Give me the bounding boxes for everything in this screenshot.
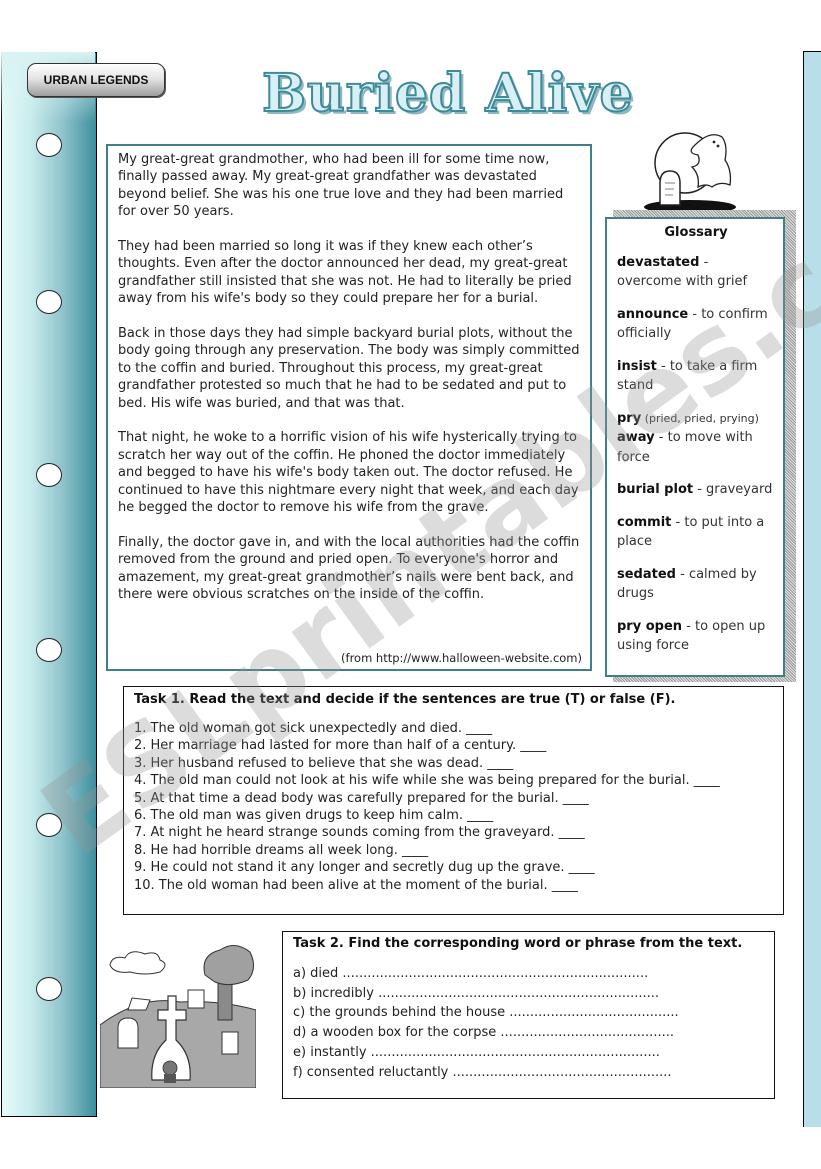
true-false-item[interactable]: 3. Her husband refused to believe that s…: [134, 755, 773, 772]
glossary-term: away: [617, 430, 655, 445]
binder-hole: [36, 638, 62, 662]
glossary-entry: insist - to take a firm stand: [617, 357, 775, 396]
right-border-strip: [803, 51, 821, 1127]
vocabulary-item[interactable]: e) instantly ...........................…: [293, 1043, 764, 1063]
vocabulary-item[interactable]: a) died ................................…: [293, 964, 764, 984]
task2-box: Task 2. Find the corresponding word or p…: [282, 931, 775, 1099]
vocabulary-item[interactable]: f) consented reluctantly ...............…: [293, 1063, 764, 1083]
glossary-term: announce: [617, 306, 689, 322]
true-false-item[interactable]: 6. The old man was given drugs to keep h…: [134, 807, 773, 824]
glossary-term: pry: [617, 410, 642, 426]
binder-hole: [36, 463, 62, 487]
glossary-entry: pry (pried, pried, prying) away - to move…: [617, 409, 775, 468]
glossary-term: insist: [617, 358, 657, 374]
glossary-entry: devastated - overcome with grief: [617, 253, 775, 292]
category-tag: URBAN LEGENDS: [27, 63, 165, 97]
glossary-term: sedated: [617, 566, 676, 582]
graveyard-icon: [100, 930, 256, 1088]
vocabulary-item[interactable]: b) incredibly ..........................…: [293, 984, 764, 1004]
true-false-item[interactable]: 1. The old woman got sick unexpectedly a…: [134, 720, 773, 737]
glossary-definition: - graveyard: [693, 482, 773, 497]
story-paragraph: They had been married so long it was if …: [118, 239, 572, 307]
task1-heading: Task 1. Read the text and decide if the …: [134, 692, 676, 707]
task2-heading: Task 2. Find the corresponding word or p…: [293, 936, 743, 951]
binder-hole: [36, 133, 62, 157]
glossary-term: devastated: [617, 254, 700, 270]
glossary-term: commit: [617, 514, 672, 530]
true-false-item[interactable]: 7. At night he heard strange sounds comi…: [134, 824, 773, 841]
story-text-box: My great-great grandmother, who had been…: [106, 144, 592, 671]
story-source: (from http://www.halloween-website.com): [341, 650, 582, 665]
glossary-entry: announce - to confirm officially: [617, 305, 775, 344]
story-paragraph: That night, he woke to a horrific vision…: [118, 430, 579, 516]
glossary-entry: burial plot - graveyard: [617, 480, 775, 500]
true-false-item[interactable]: 8. He had horrible dreams all week long.…: [134, 842, 773, 859]
task1-box: Task 1. Read the text and decide if the …: [123, 686, 784, 915]
glossary-term: pry open: [617, 618, 683, 634]
glossary-entry: sedated - calmed by drugs: [617, 565, 775, 604]
glossary-term-forms: (pried, pried, prying): [641, 411, 759, 425]
true-false-item[interactable]: 9. He could not stand it any longer and …: [134, 859, 773, 876]
binder-spine: [1, 52, 97, 1117]
true-false-item[interactable]: 4. The old man could not look at his wif…: [134, 772, 773, 789]
glossary-entry: pry open - to open up using force: [617, 617, 775, 656]
true-false-item[interactable]: 2. Her marriage had lasted for more than…: [134, 737, 773, 754]
ghost-tombstone-icon: [644, 132, 736, 214]
glossary-term: burial plot: [617, 482, 694, 497]
glossary-box: Glossary devastated - overcome with grie…: [605, 217, 785, 677]
binder-hole: [36, 290, 62, 314]
story-paragraph: My great-great grandmother, who had been…: [118, 152, 564, 220]
true-false-item[interactable]: 5. At that time a dead body was carefull…: [134, 790, 773, 807]
story-paragraph: Finally, the doctor gave in, and with th…: [118, 534, 580, 603]
glossary-entry: commit - to put into a place: [617, 513, 775, 552]
true-false-item[interactable]: 10. The old woman had been alive at the …: [134, 877, 773, 894]
story-paragraph: Back in those days they had simple backy…: [118, 326, 580, 411]
page-title: Buried Alive: [261, 62, 634, 125]
vocabulary-item[interactable]: d) a wooden box for the corpse .........…: [293, 1023, 764, 1043]
glossary-title: Glossary: [664, 225, 728, 240]
vocabulary-item[interactable]: c) the grounds behind the house ........…: [293, 1003, 764, 1023]
binder-hole: [36, 977, 62, 1001]
binder-hole: [36, 813, 62, 837]
